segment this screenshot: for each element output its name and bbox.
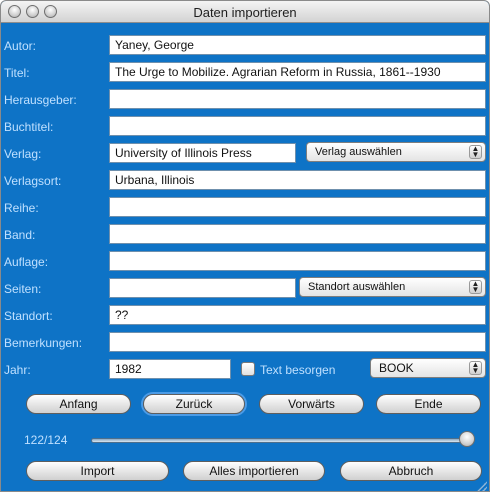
row-verlagsort: Verlagsort: Urbana, Illinois [1, 170, 489, 192]
anfang-button[interactable]: Anfang [26, 394, 131, 414]
type-select[interactable]: BOOK ▲ ▼ [370, 358, 486, 378]
bemerkungen-field[interactable] [109, 332, 486, 352]
buchtitel-field[interactable] [109, 116, 486, 136]
verlagsort-label: Verlagsort: [4, 174, 62, 188]
standort-select[interactable]: Standort auswählen ▲ ▼ [299, 277, 486, 297]
verlag-field[interactable]: University of Illinois Press [109, 143, 296, 163]
seiten-label: Seiten: [4, 282, 42, 296]
herausgeber-label: Herausgeber: [4, 93, 77, 107]
buchtitel-label: Buchtitel: [4, 120, 54, 134]
verlag-select-label: Verlag auswählen [315, 146, 402, 158]
row-band: Band: [1, 224, 489, 246]
text-besorgen-label: Text besorgen [260, 363, 336, 377]
row-autor: Autor: Yaney, George [1, 35, 489, 57]
zurueck-button[interactable]: Zurück [143, 394, 245, 414]
bemerkungen-label: Bemerkungen: [4, 336, 83, 350]
import-button[interactable]: Import [26, 461, 169, 481]
row-auflage: Auflage: [1, 251, 489, 273]
import-window: Daten importieren Autor: Yaney, George T… [0, 0, 490, 492]
autor-label: Autor: [4, 39, 37, 53]
popup-arrows-icon: ▲ ▼ [469, 145, 482, 159]
abbruch-button[interactable]: Abbruch [340, 461, 482, 481]
reihe-label: Reihe: [4, 201, 39, 215]
row-standort: Standort: ?? [1, 305, 489, 327]
reihe-field[interactable] [109, 197, 486, 217]
row-seiten: Seiten: Standort auswählen ▲ ▼ [1, 277, 489, 300]
popup-arrows-icon: ▲ ▼ [469, 280, 482, 294]
row-titel: Titel: The Urge to Mobilize. Agrarian Re… [1, 62, 489, 84]
titel-field[interactable]: The Urge to Mobilize. Agrarian Reform in… [109, 62, 486, 82]
row-reihe: Reihe: [1, 197, 489, 219]
form-panel: Autor: Yaney, George Titel: The Urge to … [1, 24, 489, 491]
standort-select-label: Standort auswählen [308, 281, 406, 293]
title-bar: Daten importieren [1, 1, 489, 23]
band-field[interactable] [109, 224, 486, 244]
standort-field[interactable]: ?? [109, 305, 486, 325]
resize-grip-icon[interactable] [477, 481, 487, 491]
type-select-value: BOOK [379, 361, 414, 375]
window-title: Daten importieren [193, 5, 297, 20]
jahr-label: Jahr: [4, 363, 31, 377]
verlagsort-field[interactable]: Urbana, Illinois [109, 170, 486, 190]
record-slider-track[interactable] [91, 438, 471, 443]
vorwaerts-button[interactable]: Vorwärts [259, 394, 364, 414]
auflage-label: Auflage: [4, 255, 49, 269]
text-besorgen-checkbox[interactable] [241, 362, 255, 376]
popup-arrows-icon: ▲ ▼ [469, 361, 482, 375]
verlag-select[interactable]: Verlag auswählen ▲ ▼ [306, 142, 486, 162]
band-label: Band: [4, 228, 36, 242]
row-jahr: Jahr: 1982 Text besorgen BOOK ▲ ▼ [1, 358, 489, 381]
seiten-field[interactable] [109, 278, 296, 298]
row-verlag: Verlag: University of Illinois Press Ver… [1, 142, 489, 165]
alles-importieren-button[interactable]: Alles importieren [183, 461, 325, 481]
row-bemerkungen: Bemerkungen: [1, 332, 489, 354]
ende-button[interactable]: Ende [376, 394, 481, 414]
auflage-field[interactable] [109, 251, 486, 271]
record-position-label: 122/124 [24, 433, 68, 447]
verlag-label: Verlag: [4, 147, 42, 161]
jahr-field[interactable]: 1982 [109, 359, 231, 379]
record-slider-knob[interactable] [459, 431, 475, 447]
herausgeber-field[interactable] [109, 89, 486, 109]
titel-label: Titel: [4, 66, 30, 80]
autor-field[interactable]: Yaney, George [109, 35, 486, 55]
row-herausgeber: Herausgeber: [1, 89, 489, 111]
row-buchtitel: Buchtitel: [1, 116, 489, 138]
standort-label: Standort: [4, 309, 53, 323]
